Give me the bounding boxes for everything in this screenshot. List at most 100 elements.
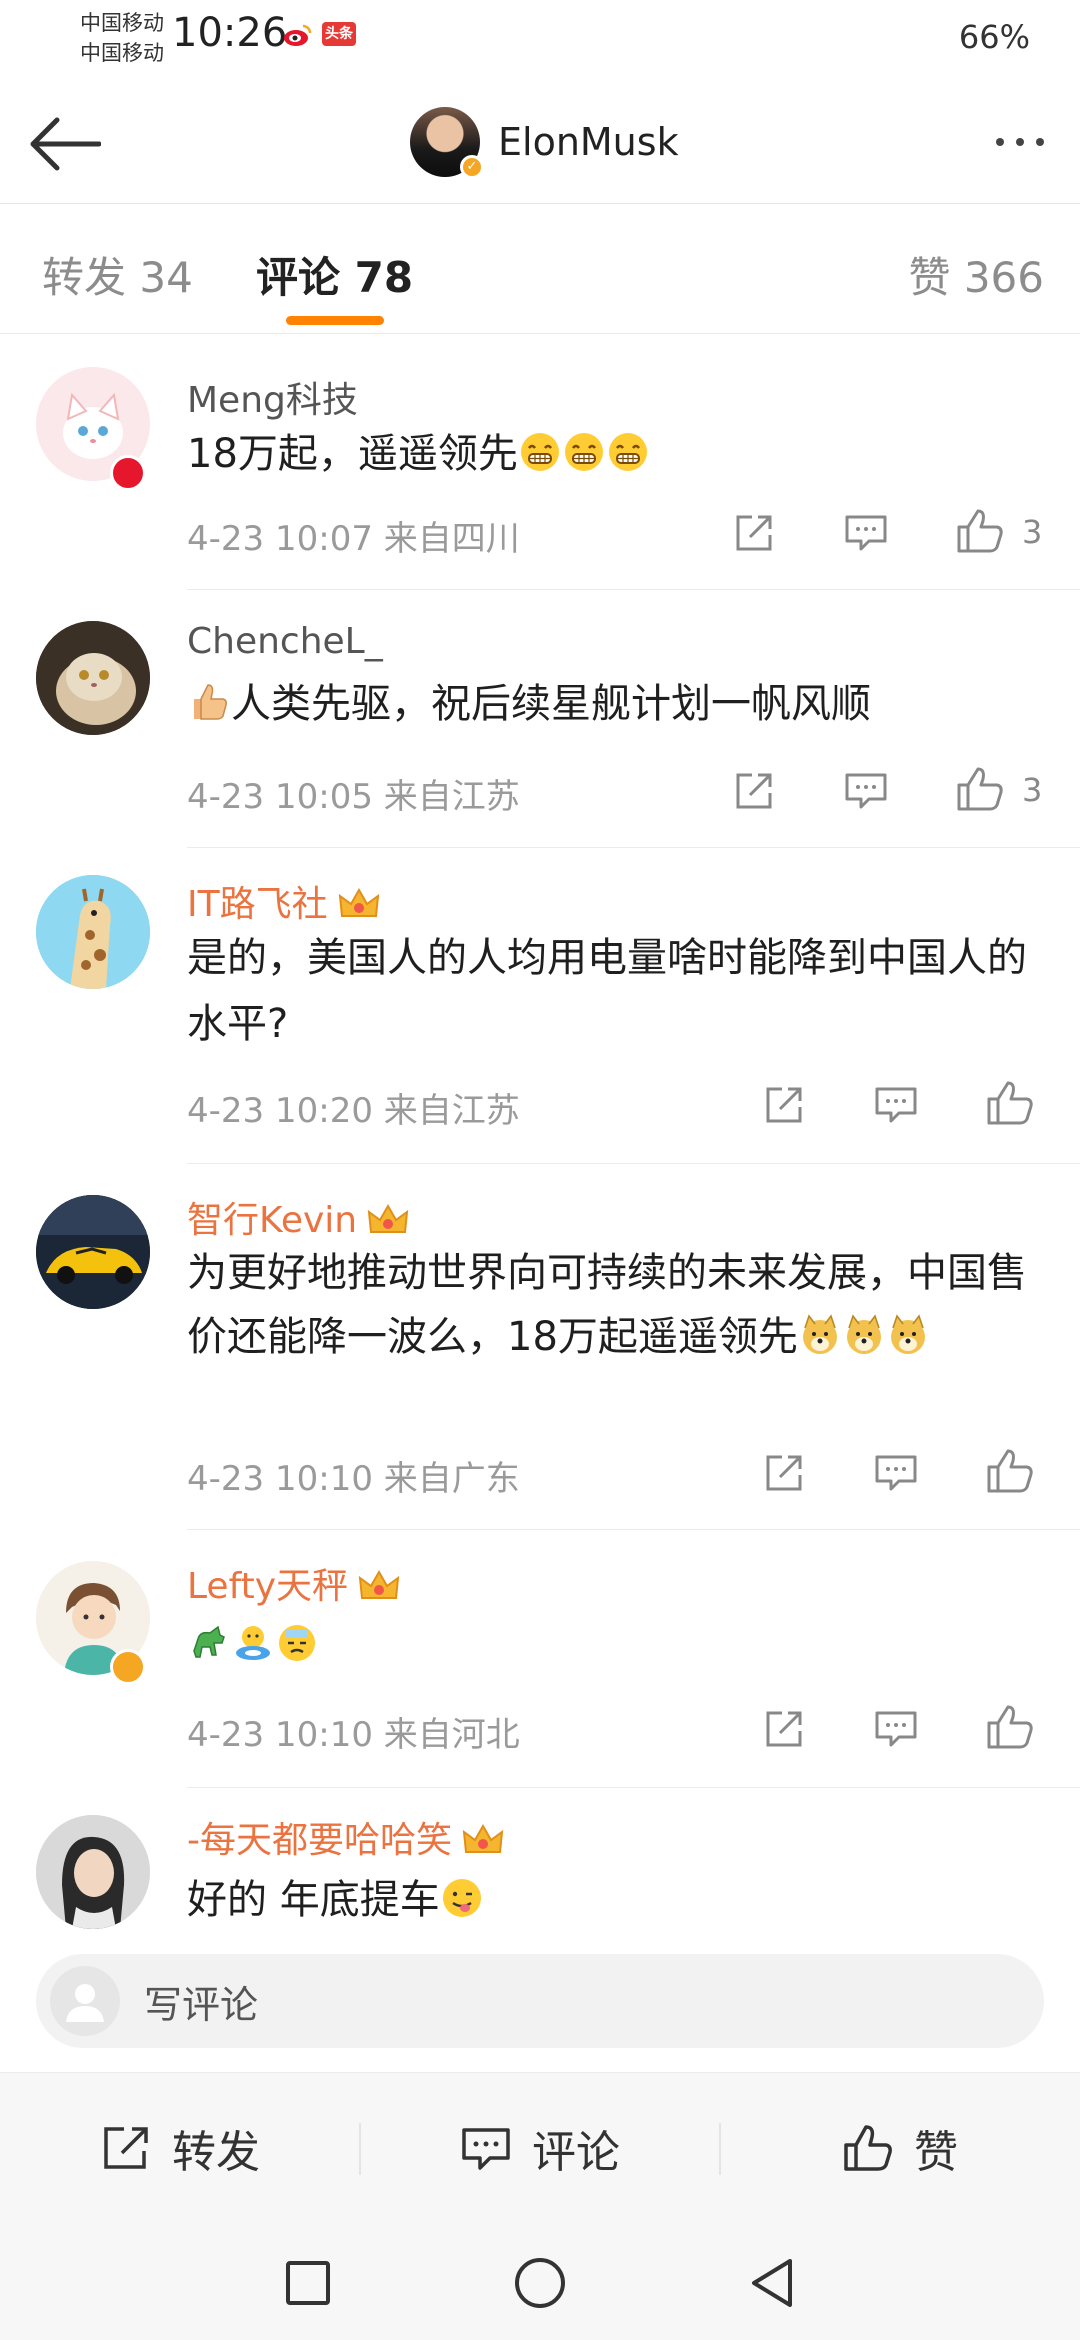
home-button[interactable]	[505, 2248, 575, 2318]
share-button[interactable]	[756, 1701, 812, 1757]
reply-button[interactable]	[868, 1445, 924, 1501]
repost-button[interactable]: 转发	[0, 2073, 360, 2223]
thumbs-up-icon	[987, 1705, 1033, 1749]
comment-location: 来自江苏	[383, 777, 520, 817]
share-button[interactable]	[726, 505, 782, 561]
comment-text: 是的，美国人的人均用电量啥时能降到中国人的水平?	[187, 935, 1027, 1047]
comment-text: 18万起，遥遥领先	[187, 421, 1050, 487]
back-button[interactable]	[24, 104, 104, 184]
carrier-label: 中国移动 中国移动	[80, 11, 164, 65]
avatar[interactable]	[36, 1815, 150, 1929]
comment-time: 4-23 10:10	[187, 1715, 373, 1755]
comment-username[interactable]: -每天都要哈哈笑	[187, 1811, 504, 1863]
triangle-back-icon	[752, 2259, 792, 2307]
tab-likes[interactable]: 赞 366	[908, 244, 1044, 305]
grin-emoji-icon	[520, 433, 559, 471]
comment-button[interactable]: 评论	[360, 2073, 720, 2223]
comment-time: 4-23 10:05	[187, 777, 373, 817]
like-button[interactable]	[952, 761, 1008, 817]
author-name[interactable]: ElonMusk	[498, 120, 679, 164]
grin-emoji-icon	[608, 433, 647, 471]
comment-location: 来自四川	[383, 519, 520, 559]
like-button[interactable]: 赞	[720, 2073, 1080, 2223]
comment-item: -每天都要哈哈笑 好的 年底提车	[0, 1791, 1080, 1930]
comment-text: 为更好地推动世界向可持续的未来发展，中国售价还能降一波么，18万起遥遥领先	[187, 1250, 1027, 1360]
horse-emoji-icon	[193, 1625, 225, 1658]
author-info[interactable]: ✓ ElonMusk	[410, 102, 679, 182]
weibo-icon	[284, 24, 312, 46]
comment-icon	[875, 1455, 917, 1491]
comment-item: IT路飞社 是的，美国人的人均用电量啥时能降到中国人的水平? 4-23 10:2…	[0, 851, 1080, 1167]
system-nav-bar	[0, 2222, 1080, 2340]
tab-repost[interactable]: 转发 34	[42, 244, 193, 305]
divider	[187, 847, 1080, 848]
comment-input[interactable]: 写评论	[36, 1954, 1044, 2048]
comment-username[interactable]: Meng科技	[187, 371, 358, 423]
comment-list[interactable]: Meng科技 18万起，遥遥领先 4-23 10:07 来自四川 3 Chenc…	[0, 335, 1080, 1930]
thumbs-up-icon	[987, 1449, 1033, 1493]
divider	[187, 589, 1080, 590]
tab-comments[interactable]: 评论 78	[256, 244, 413, 305]
tab-bar: 转发 34 评论 78 赞 366	[0, 204, 1080, 334]
divider	[187, 1787, 1080, 1788]
status-bar: 中国移动 中国移动 10:26 头条 66%	[0, 0, 1080, 80]
comment-meta: 4-23 10:07 来自四川	[187, 511, 520, 560]
vip-crown-icon	[358, 1569, 400, 1599]
comment-username[interactable]: ChencheL_	[187, 621, 383, 662]
author-avatar[interactable]: ✓	[410, 107, 484, 179]
thumbs-up-icon	[987, 1081, 1033, 1125]
share-button[interactable]	[756, 1445, 812, 1501]
reply-button[interactable]	[838, 505, 894, 561]
comment-item: Meng科技 18万起，遥遥领先 4-23 10:07 来自四川 3	[0, 335, 1080, 593]
like-button[interactable]	[952, 503, 1008, 559]
comment-input-placeholder[interactable]: 写评论	[144, 1974, 258, 2029]
reply-button[interactable]	[868, 1701, 924, 1757]
fluffy-cat-avatar-icon	[36, 621, 150, 735]
comment-icon	[462, 2128, 510, 2170]
comment-username[interactable]: 智行Kevin	[187, 1191, 409, 1243]
clock: 10:26	[172, 10, 288, 56]
like-button[interactable]	[982, 1443, 1038, 1499]
thumbs-up-icon	[844, 2125, 892, 2171]
avatar[interactable]	[36, 1195, 150, 1309]
battery-level: 66%	[958, 18, 1030, 56]
comment-meta: 4-23 10:10 来自广东	[187, 1451, 520, 1500]
comment-icon	[875, 1087, 917, 1123]
reply-button[interactable]	[868, 1077, 924, 1133]
sports-car-avatar-icon	[36, 1195, 150, 1309]
comment-time: 4-23 10:07	[187, 519, 373, 559]
verified-badge-icon: ✓	[460, 155, 484, 179]
comment-item: ChencheL_ 人类先驱，祝后续星舰计划一帆风顺 4-23 10:05 来自…	[0, 593, 1080, 851]
back-nav-button[interactable]	[736, 2248, 806, 2318]
comment-username[interactable]: Lefty天秤	[187, 1557, 400, 1609]
vip-crown-icon	[338, 887, 379, 917]
recents-button[interactable]	[273, 2248, 343, 2318]
arrow-left-icon	[30, 117, 101, 171]
comment-text: 人类先驱，祝后续星舰计划一帆风顺	[187, 671, 1050, 737]
star-badge-icon	[110, 455, 146, 491]
share-button[interactable]	[726, 763, 782, 819]
comment-text	[187, 1611, 1050, 1677]
sweat-emoji-icon	[279, 1625, 315, 1661]
thumbs-up-icon	[957, 767, 1003, 811]
comment-text: 好的 年底提车	[187, 1867, 1050, 1930]
swim-emoji-icon	[236, 1626, 270, 1660]
giraffe-avatar-icon	[36, 875, 150, 989]
avatar[interactable]	[36, 621, 150, 735]
comment-meta: 4-23 10:10 来自河北	[187, 1707, 520, 1756]
verified-badge-icon	[110, 1649, 146, 1685]
like-button[interactable]	[982, 1075, 1038, 1131]
like-button[interactable]	[982, 1699, 1038, 1755]
comment-username[interactable]: IT路飞社	[187, 875, 380, 927]
square-icon	[286, 2261, 330, 2305]
share-button[interactable]	[756, 1077, 812, 1133]
share-icon	[736, 515, 772, 551]
avatar[interactable]	[36, 875, 150, 989]
reply-button[interactable]	[838, 763, 894, 819]
comment-meta: 4-23 10:20 来自江苏	[187, 1083, 520, 1132]
grin-emoji-icon	[564, 433, 603, 471]
divider	[187, 1529, 1080, 1530]
header: ✓ ElonMusk	[0, 80, 1080, 204]
doge-emoji-icon	[890, 1314, 925, 1354]
more-dots-icon[interactable]	[980, 110, 1060, 174]
